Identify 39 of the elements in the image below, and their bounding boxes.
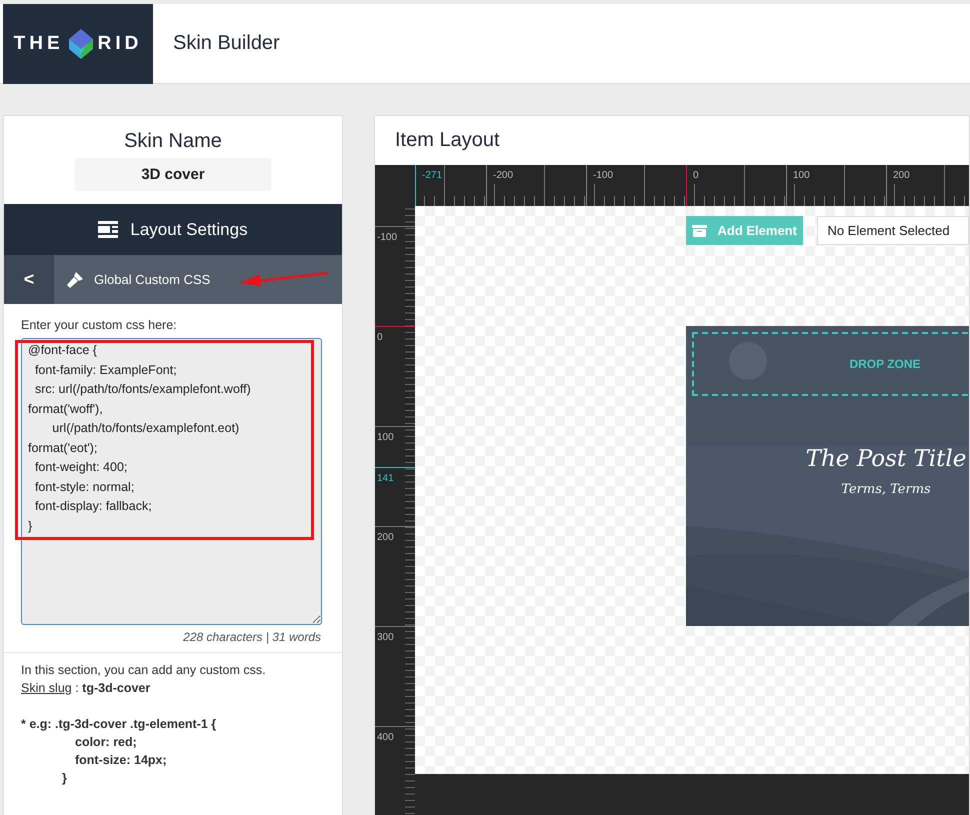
example-code-line: color: red; bbox=[74, 734, 138, 751]
ruler-label: 300 bbox=[376, 632, 394, 643]
ruler-label: 141 bbox=[376, 473, 394, 484]
ruler-label: -200 bbox=[492, 170, 514, 181]
back-button[interactable]: < bbox=[4, 255, 54, 304]
example-code-line: * e.g: .tg-3d-cover .tg-element-1 { bbox=[21, 716, 218, 733]
post-title: The Post Title bbox=[804, 446, 968, 472]
logo: THE RID bbox=[3, 4, 153, 84]
item-card[interactable]: DROP ZONE The Post Title Terms, Terms bbox=[686, 326, 969, 626]
ruler-label: 200 bbox=[892, 170, 910, 181]
page-title: Skin Builder bbox=[173, 32, 280, 55]
panel-title: Item Layout bbox=[394, 128, 501, 153]
example-code-line: font-size: 14px; bbox=[74, 752, 168, 769]
box-icon bbox=[692, 224, 708, 236]
selection-field[interactable]: No Element Selected bbox=[817, 216, 969, 245]
skin-name-field[interactable]: 3D cover bbox=[75, 158, 271, 191]
ruler-label: 100 bbox=[792, 170, 810, 181]
help-text: In this section, you can add any custom css. bbox=[21, 662, 267, 679]
ruler-label: 0 bbox=[692, 170, 699, 181]
drop-zone[interactable]: DROP ZONE bbox=[692, 332, 969, 396]
ruler-label: 200 bbox=[376, 532, 394, 543]
ruler-label: -100 bbox=[376, 232, 398, 243]
ruler-label: 0 bbox=[376, 332, 383, 343]
slug-value: : tg-3d-cover bbox=[74, 681, 150, 695]
layout-icon bbox=[98, 221, 118, 238]
example-code-line: } bbox=[61, 770, 68, 787]
character-count: 228 characters | 31 words bbox=[182, 630, 322, 644]
subsection-title: Global Custom CSS bbox=[94, 272, 210, 287]
ruler-label: -100 bbox=[592, 170, 614, 181]
section-title: Layout Settings bbox=[130, 220, 248, 240]
skin-name-label: Skin Name bbox=[124, 130, 222, 153]
ruler-label: 400 bbox=[376, 732, 394, 743]
ruler-label: 100 bbox=[376, 432, 394, 443]
css-code-field[interactable]: @font-face { font-family: ExampleFont; src: url(/path/to/fonts/examplefont.woff) format('woff'), url(/path/to/fonts/examplefont.eot) format('eot'); font-weight: 400; font-style: normal; font-display: fallback; } bbox=[21, 338, 322, 625]
slug-link[interactable]: Skin slug bbox=[21, 681, 72, 695]
ruler-label: -271 bbox=[421, 170, 442, 181]
field-label: Enter your custom css here: bbox=[21, 318, 178, 332]
brush-icon bbox=[66, 270, 84, 288]
post-terms: Terms, Terms bbox=[840, 482, 932, 497]
